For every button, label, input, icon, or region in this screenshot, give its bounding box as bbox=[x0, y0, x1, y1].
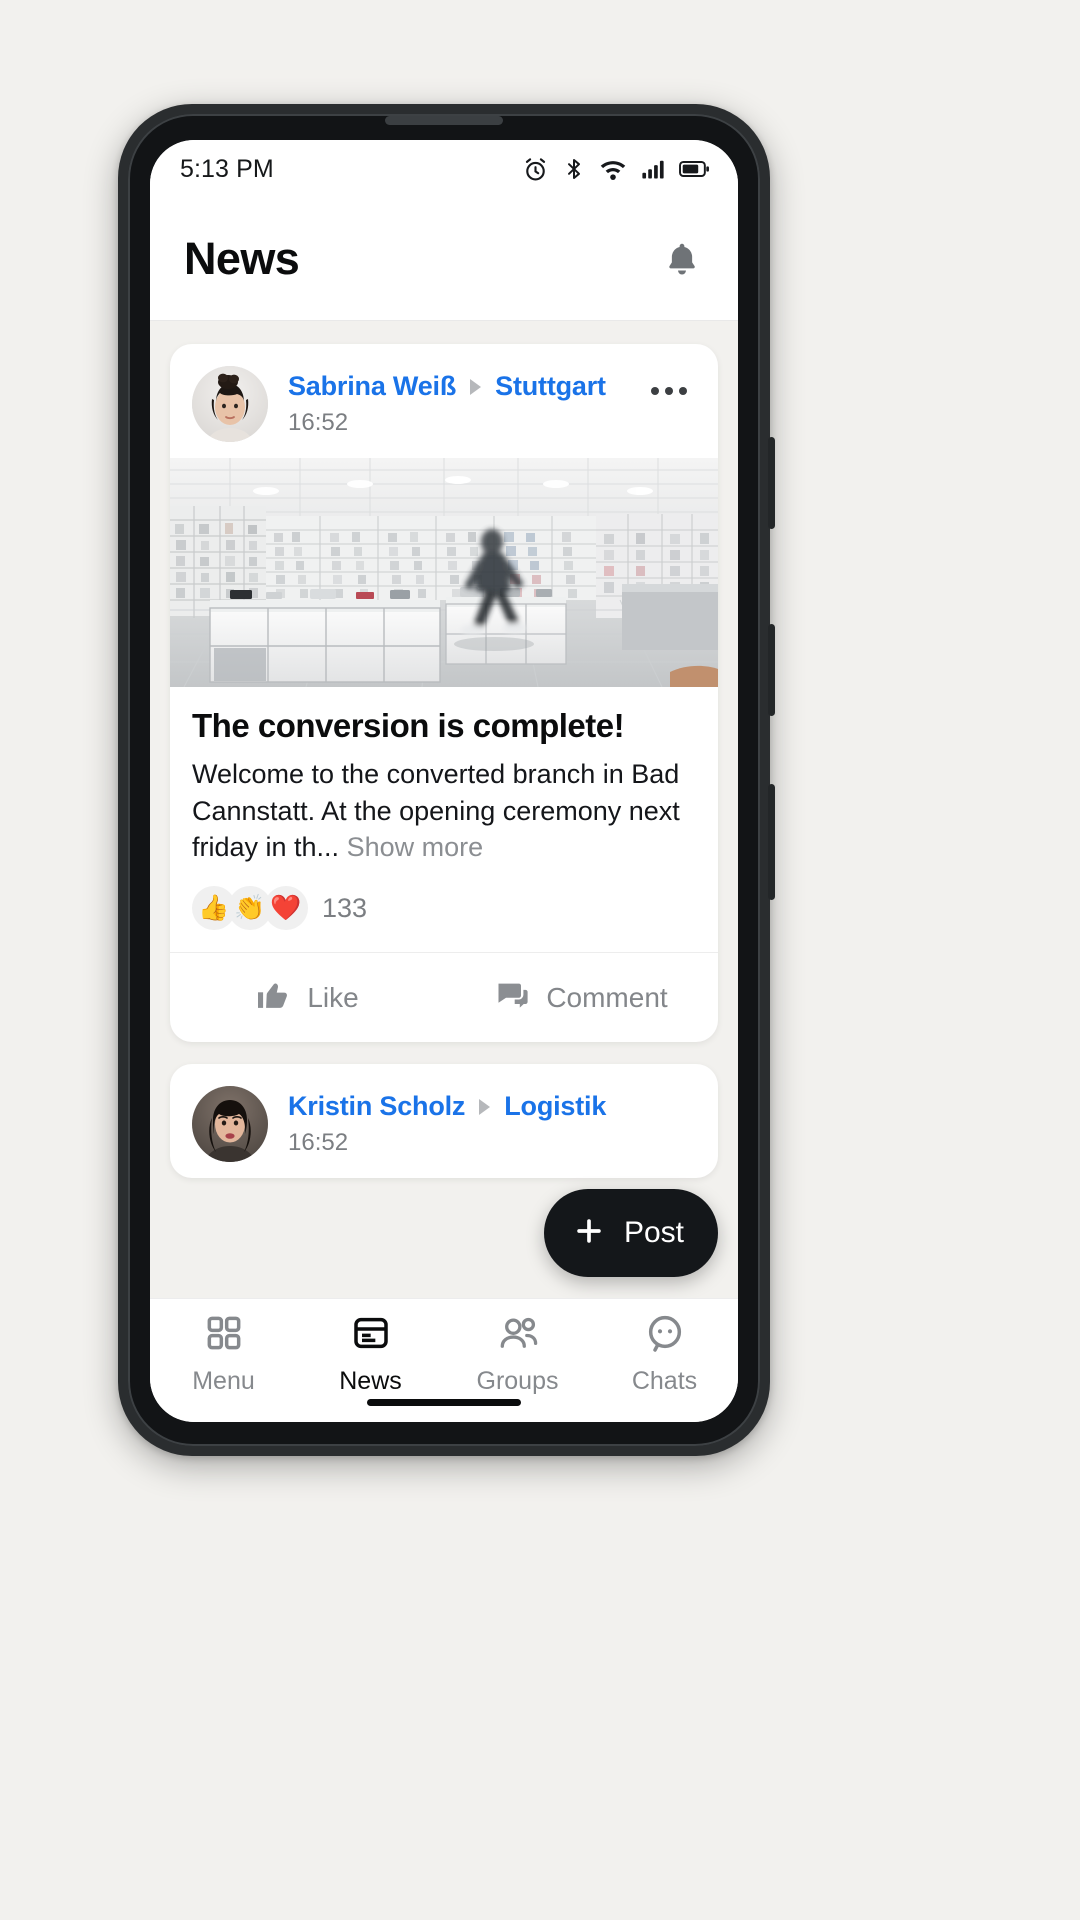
post-card[interactable]: Kristin Scholz Logistik 16:52 bbox=[170, 1064, 718, 1179]
like-label: Like bbox=[307, 981, 359, 1013]
tab-groups[interactable]: Groups bbox=[444, 1313, 591, 1396]
post-timestamp: 16:52 bbox=[288, 409, 349, 436]
reaction-emoji-stack: 👍 👏 ❤️ bbox=[192, 886, 308, 931]
post-headline: The conversion is complete! bbox=[192, 707, 625, 744]
bell-icon[interactable] bbox=[660, 237, 704, 281]
status-time: 5:13 PM bbox=[180, 154, 274, 183]
battery-icon bbox=[679, 157, 710, 181]
news-feed[interactable]: Sabrina Weiß Stuttgart 16:52 The convers… bbox=[150, 321, 738, 1298]
status-icons bbox=[522, 156, 710, 183]
post-header: Kristin Scholz Logistik 16:52 bbox=[170, 1064, 718, 1178]
tab-menu-label: Menu bbox=[192, 1367, 255, 1395]
like-button[interactable]: Like bbox=[170, 953, 444, 1042]
post-attribution: Sabrina Weiß Stuttgart bbox=[288, 371, 642, 402]
post-header: Sabrina Weiß Stuttgart 16:52 bbox=[170, 344, 718, 458]
bluetooth-icon bbox=[562, 156, 586, 182]
wifi-icon bbox=[599, 156, 627, 182]
page-title: News bbox=[184, 233, 300, 284]
post-author-link[interactable]: Kristin Scholz bbox=[288, 1091, 465, 1122]
app-header: News bbox=[150, 198, 738, 321]
reaction-heart-icon: ❤️ bbox=[264, 886, 308, 931]
post-group-link[interactable]: Stuttgart bbox=[495, 371, 606, 402]
post-fab-label: Post bbox=[623, 1216, 684, 1249]
reactions-row[interactable]: 👍 👏 ❤️ 133 bbox=[170, 866, 718, 952]
post-meta: Sabrina Weiß Stuttgart 16:52 bbox=[288, 366, 642, 437]
phone-screen: 5:13 PM News Sabrina Weiß Stuttgart 16:5… bbox=[150, 140, 738, 1422]
alarm-icon bbox=[522, 156, 549, 183]
tab-chats-label: Chats bbox=[631, 1367, 698, 1395]
comment-label: Comment bbox=[546, 981, 668, 1013]
grid-menu-icon bbox=[204, 1313, 244, 1358]
volume-down-button[interactable] bbox=[768, 624, 775, 716]
post-actions: Like Comment bbox=[170, 952, 718, 1042]
tab-menu[interactable]: Menu bbox=[150, 1313, 297, 1396]
post-author-link[interactable]: Sabrina Weiß bbox=[288, 371, 456, 402]
post-card[interactable]: Sabrina Weiß Stuttgart 16:52 The convers… bbox=[170, 344, 718, 1043]
thumbs-up-icon bbox=[255, 977, 291, 1018]
home-indicator bbox=[367, 1399, 521, 1406]
cellular-signal-icon bbox=[640, 156, 666, 182]
post-attribution: Kristin Scholz Logistik bbox=[288, 1091, 696, 1122]
screenshot-root: 5:13 PM News Sabrina Weiß Stuttgart 16:5… bbox=[0, 0, 1080, 1920]
tab-chats[interactable]: Chats bbox=[591, 1313, 738, 1396]
breadcrumb-separator-icon bbox=[470, 378, 482, 395]
tab-news[interactable]: News bbox=[297, 1313, 444, 1396]
chat-bubble-icon bbox=[645, 1313, 685, 1358]
show-more-link[interactable]: Show more bbox=[347, 832, 484, 862]
volume-up-button[interactable] bbox=[768, 437, 775, 529]
more-options-icon[interactable] bbox=[642, 366, 696, 406]
avatar[interactable] bbox=[192, 366, 268, 442]
power-button[interactable] bbox=[768, 784, 775, 900]
comment-icon bbox=[494, 977, 530, 1018]
people-icon bbox=[496, 1313, 540, 1358]
comment-button[interactable]: Comment bbox=[444, 953, 718, 1042]
earpiece-speaker bbox=[385, 116, 503, 125]
avatar[interactable] bbox=[192, 1086, 268, 1163]
breadcrumb-separator-icon bbox=[479, 1098, 491, 1115]
post-meta: Kristin Scholz Logistik 16:52 bbox=[288, 1086, 696, 1157]
post-body: The conversion is complete! Welcome to t… bbox=[170, 687, 718, 866]
post-image[interactable] bbox=[170, 458, 718, 687]
reaction-count: 133 bbox=[322, 892, 368, 923]
tab-news-label: News bbox=[339, 1367, 402, 1395]
post-fab-button[interactable]: Post bbox=[543, 1189, 718, 1277]
plus-icon bbox=[572, 1214, 606, 1253]
phone-device-frame: 5:13 PM News Sabrina Weiß Stuttgart 16:5… bbox=[118, 104, 775, 1456]
news-card-icon bbox=[351, 1313, 391, 1358]
post-text: Welcome to the converted branch in Bad C… bbox=[192, 756, 696, 866]
tab-groups-label: Groups bbox=[476, 1367, 559, 1395]
status-bar: 5:13 PM bbox=[150, 140, 738, 198]
post-timestamp: 16:52 bbox=[288, 1129, 349, 1157]
post-group-link[interactable]: Logistik bbox=[504, 1091, 606, 1122]
